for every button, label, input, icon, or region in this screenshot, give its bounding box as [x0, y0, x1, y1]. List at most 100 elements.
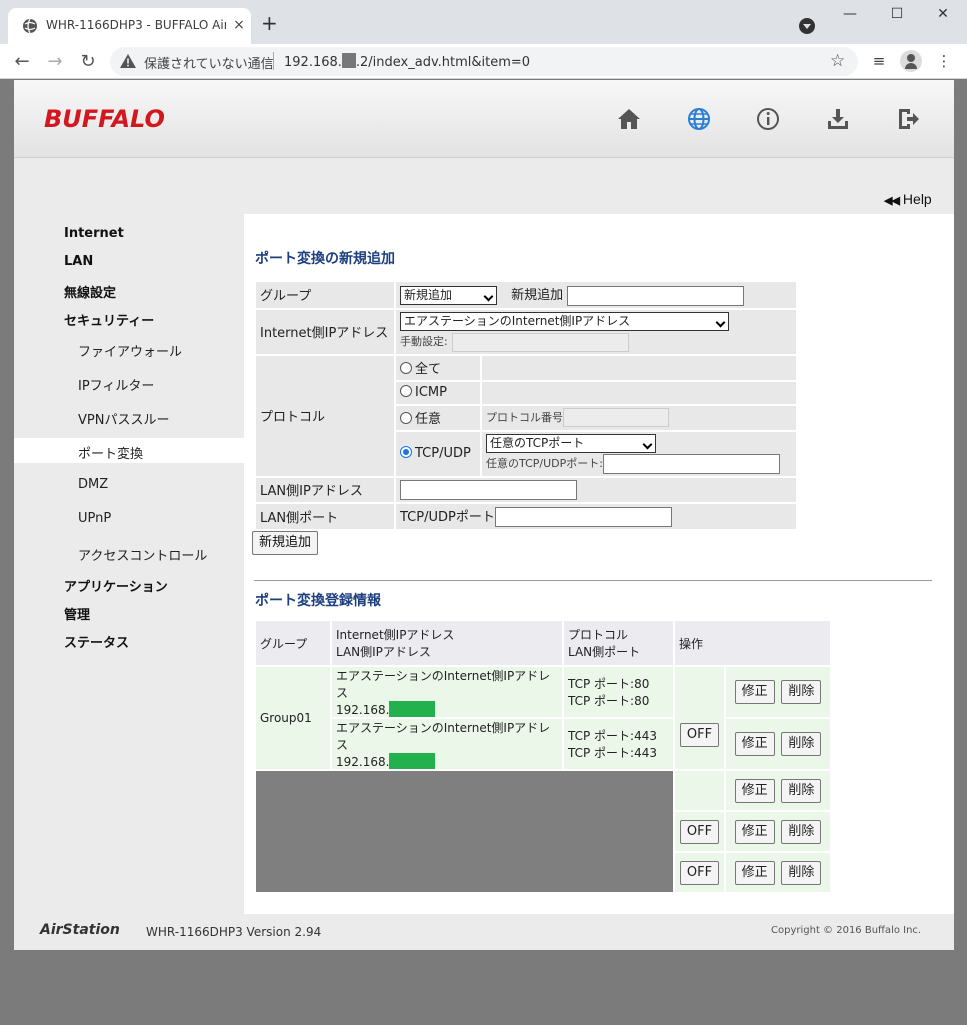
home-icon[interactable] — [616, 106, 642, 132]
tcp-port-select[interactable]: 任意のTCPポート — [486, 433, 656, 453]
off-button[interactable]: OFF — [679, 819, 720, 844]
delete-button[interactable]: 削除 — [781, 860, 822, 885]
firmware-version: WHR-1166DHP3 Version 2.94 — [146, 925, 322, 939]
help-label: Help — [902, 191, 932, 207]
router-header: BUFFALO — [14, 80, 954, 158]
bookmark-star-icon[interactable]: ☆ — [830, 51, 845, 71]
tab-close-icon[interactable]: × — [230, 17, 248, 33]
proto-number-input[interactable] — [563, 408, 669, 427]
viewport-right-edge — [954, 80, 967, 950]
lan-ip-cell — [394, 475, 798, 504]
sidebar-item-firewall[interactable]: ファイアウォール — [78, 341, 182, 360]
any-port-input[interactable] — [602, 453, 780, 474]
delete-button[interactable]: 削除 — [781, 680, 822, 704]
lan-port-input[interactable] — [494, 507, 672, 527]
edit-button[interactable]: 修正 — [734, 680, 775, 704]
edit-button[interactable]: 修正 — [734, 819, 775, 844]
address-divider — [273, 52, 274, 70]
sidebar-item-security[interactable]: セキュリティー — [64, 310, 154, 329]
tab-search-icon[interactable] — [799, 18, 815, 34]
collapse-arrows-icon: ◀◀ — [884, 195, 900, 207]
manual-ip-input[interactable] — [451, 332, 629, 352]
internet-ip-select[interactable]: エアステーションのInternet側IPアドレス — [400, 311, 729, 331]
proto-all-radio[interactable] — [400, 362, 412, 374]
proto-any-radio[interactable] — [400, 412, 412, 424]
proto-any-cell[interactable]: 任意 — [394, 403, 482, 432]
reading-list-icon[interactable]: ≡ — [869, 51, 889, 71]
download-icon[interactable] — [825, 106, 851, 132]
url-text[interactable]: 192.168. .2/index_adv.html&item=0 — [284, 53, 530, 70]
col-ip-header: Internet側IPアドレス LAN側IPアドレス — [330, 619, 564, 667]
sidebar-item-port-forwarding[interactable]: ポート変換 — [78, 443, 143, 462]
row-4-ops: 修正 削除 — [724, 810, 832, 853]
maximize-button[interactable]: ☐ — [882, 6, 912, 26]
proto-icmp-label: ICMP — [415, 385, 447, 400]
copyright-text: Copyright © 2016 Buffalo Inc. — [771, 925, 922, 936]
proto-all-cell[interactable]: 全て — [394, 353, 482, 382]
registered-table: グループ Internet側IPアドレス LAN側IPアドレス プロトコル LAN側… — [254, 619, 832, 894]
browser-tab[interactable]: WHR-1166DHP3 - BUFFALO AirSt × — [8, 8, 251, 44]
sidebar-item-dmz[interactable]: DMZ — [78, 477, 108, 492]
router-page: BUFFALO ◀◀ Help Internet LAN 無線設定 セキュリティ… — [14, 80, 954, 950]
proto-icmp-cell[interactable]: ICMP — [394, 379, 482, 406]
address-bar[interactable]: 保護されていない通信 192.168. .2/index_adv.html&ite… — [110, 47, 858, 76]
proto-tcpudp-radio[interactable] — [400, 446, 412, 458]
viewport-left-edge — [0, 80, 14, 950]
globe-favicon-icon — [23, 18, 37, 34]
forward-icon[interactable]: → — [43, 50, 67, 74]
browser-toolbar: ← → ↻ 保護されていない通信 192.168. .2/index_adv.ht… — [0, 44, 967, 79]
protocol-label: プロトコル — [254, 353, 396, 478]
edit-button[interactable]: 修正 — [734, 860, 775, 885]
lan-port-label: LAN側ポート — [254, 501, 396, 531]
sidebar-item-upnp[interactable]: UPnP — [78, 511, 111, 526]
browser-titlebar: WHR-1166DHP3 - BUFFALO AirSt × + — ☐ ✕ — [0, 0, 967, 44]
sidebar-item-internet[interactable]: Internet — [64, 226, 124, 241]
lan-ip-input[interactable] — [400, 479, 577, 500]
tab-title: WHR-1166DHP3 - BUFFALO AirSt — [46, 18, 226, 32]
group-cell: 新規追加 新規追加 — [394, 280, 798, 310]
proto-all-label: 全て — [415, 362, 442, 377]
sidebar-item-vpn-passthrough[interactable]: VPNパススルー — [78, 409, 169, 428]
off-button[interactable]: OFF — [679, 860, 720, 885]
menu-kebab-icon[interactable]: ⋮ — [934, 51, 954, 71]
group-name-input[interactable] — [567, 285, 745, 306]
table-row-1-ip: エアステーションのInternet側IPアドレス 192.168. — [330, 665, 564, 719]
minimize-button[interactable]: — — [835, 6, 865, 26]
sidebar-item-wireless[interactable]: 無線設定 — [64, 282, 116, 301]
edit-button[interactable]: 修正 — [734, 778, 775, 803]
delete-button[interactable]: 削除 — [781, 819, 822, 844]
registered-section-title: ポート変換登録情報 — [255, 593, 381, 609]
reload-icon[interactable]: ↻ — [76, 50, 100, 74]
edit-button[interactable]: 修正 — [734, 732, 775, 756]
sidebar-item-ip-filter[interactable]: IPフィルター — [78, 375, 154, 394]
row-3-off-empty — [673, 769, 726, 812]
sidebar-item-access-control[interactable]: アクセスコントロール — [78, 545, 207, 564]
back-icon[interactable]: ← — [10, 50, 34, 74]
warning-icon[interactable] — [120, 54, 136, 68]
close-window-button[interactable]: ✕ — [928, 6, 958, 26]
globe-icon[interactable] — [686, 106, 712, 132]
sidebar-item-management[interactable]: 管理 — [64, 604, 90, 623]
new-tab-button[interactable]: + — [261, 13, 278, 33]
profile-avatar[interactable] — [900, 50, 922, 72]
redacted-rows-block — [254, 769, 675, 894]
security-status-text[interactable]: 保護されていない通信 — [144, 53, 274, 72]
group-select[interactable]: 新規追加 — [400, 286, 497, 305]
help-link[interactable]: ◀◀ Help — [884, 191, 932, 207]
delete-button[interactable]: 削除 — [781, 732, 822, 756]
manual-setting-label: 手動設定: — [400, 334, 448, 348]
logout-icon[interactable] — [895, 106, 921, 132]
proto-icmp-empty — [480, 379, 798, 406]
proto-tcpudp-cell[interactable]: TCP/UDP — [394, 429, 482, 478]
sidebar-item-lan[interactable]: LAN — [64, 254, 93, 269]
sidebar-item-status[interactable]: ステータス — [64, 632, 129, 651]
proto-icmp-radio[interactable] — [400, 385, 412, 397]
group-off-button[interactable]: OFF — [679, 723, 720, 747]
sidebar-item-applications[interactable]: アプリケーション — [64, 576, 168, 595]
delete-button[interactable]: 削除 — [781, 778, 822, 803]
any-port-label: 任意のTCP/UDPポート: — [486, 456, 603, 470]
add-new-button[interactable]: 新規追加 — [252, 531, 319, 555]
page-bottom-background — [0, 950, 967, 1025]
col-ops-header: 操作 — [673, 619, 832, 667]
info-icon[interactable] — [755, 106, 781, 132]
